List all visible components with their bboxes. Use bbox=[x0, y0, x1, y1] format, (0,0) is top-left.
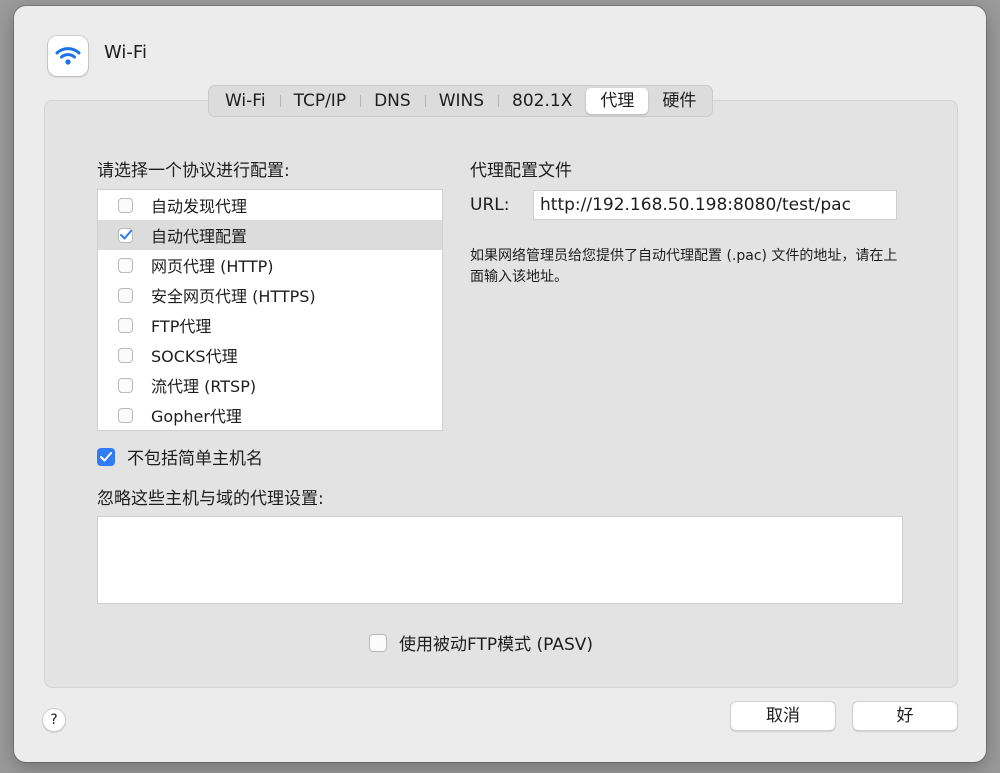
tab-hardware[interactable]: 硬件 bbox=[648, 88, 710, 114]
protocol-list-heading: 请选择一个协议进行配置: bbox=[97, 161, 290, 181]
url-input[interactable]: http://192.168.50.198:8080/test/pac bbox=[533, 190, 897, 220]
list-item[interactable]: 自动发现代理 bbox=[98, 190, 442, 220]
list-item[interactable]: FTP代理 bbox=[98, 310, 442, 340]
checkbox[interactable] bbox=[118, 407, 133, 423]
cancel-button[interactable]: 取消 bbox=[730, 701, 836, 731]
checkmark-icon bbox=[119, 230, 132, 240]
list-item[interactable]: 网页代理 (HTTP) bbox=[98, 250, 442, 280]
bypass-heading: 忽略这些主机与域的代理设置: bbox=[97, 489, 324, 509]
tab-tcpip[interactable]: TCP/IP bbox=[279, 88, 361, 114]
list-item[interactable]: Gopher代理 bbox=[98, 400, 442, 430]
list-item[interactable]: SOCKS代理 bbox=[98, 340, 442, 370]
tab-8021x[interactable]: 802.1X bbox=[498, 88, 586, 114]
tab-bar: Wi-Fi TCP/IP DNS WINS 802.1X 代理 硬件 bbox=[208, 85, 714, 117]
checkbox[interactable] bbox=[118, 197, 133, 213]
list-item-label: Gopher代理 bbox=[151, 407, 242, 426]
list-item-label: FTP代理 bbox=[151, 317, 212, 336]
list-item[interactable]: 流代理 (RTSP) bbox=[98, 370, 442, 400]
list-item-label: 自动代理配置 bbox=[151, 227, 248, 246]
help-button[interactable]: ? bbox=[42, 708, 66, 732]
proxy-config-heading: 代理配置文件 bbox=[470, 161, 572, 181]
list-item-label: 自动发现代理 bbox=[151, 197, 248, 216]
protocol-list[interactable]: 自动发现代理 自动代理配置 网页代理 (HTTP) 安全网页代理 (HTTPS)… bbox=[97, 189, 443, 431]
tab-dns[interactable]: DNS bbox=[360, 88, 425, 114]
network-settings-window: Wi-Fi Wi-Fi TCP/IP DNS WINS 802.1X 代理 硬件… bbox=[14, 6, 986, 762]
passive-ftp-label: 使用被动FTP模式 (PASV) bbox=[399, 635, 593, 655]
proxy-config-description: 如果网络管理员给您提供了自动代理配置 (.pac) 文件的地址，请在上面输入该地… bbox=[470, 248, 898, 285]
tab-wifi[interactable]: Wi-Fi bbox=[211, 88, 280, 114]
list-item-label: SOCKS代理 bbox=[151, 347, 238, 366]
checkbox[interactable] bbox=[369, 633, 387, 652]
checkmark-icon bbox=[100, 451, 112, 461]
list-item[interactable]: 安全网页代理 (HTTPS) bbox=[98, 280, 442, 310]
ok-button[interactable]: 好 bbox=[852, 701, 958, 731]
exclude-simple-hostnames-label: 不包括简单主机名 bbox=[127, 449, 263, 469]
checkbox-checked[interactable] bbox=[118, 227, 133, 243]
tab-wins[interactable]: WINS bbox=[424, 88, 498, 114]
checkbox-checked[interactable] bbox=[97, 447, 115, 466]
checkbox[interactable] bbox=[118, 257, 133, 273]
url-label: URL: bbox=[470, 195, 510, 215]
list-item-label: 安全网页代理 (HTTPS) bbox=[151, 287, 316, 306]
list-item-label: 流代理 (RTSP) bbox=[151, 377, 257, 396]
list-item-label: 网页代理 (HTTP) bbox=[151, 257, 274, 276]
wifi-icon bbox=[48, 36, 88, 76]
checkbox[interactable] bbox=[118, 317, 133, 333]
checkbox[interactable] bbox=[118, 287, 133, 303]
list-item[interactable]: 自动代理配置 bbox=[98, 220, 442, 250]
window-title: Wi-Fi bbox=[104, 42, 147, 63]
checkbox[interactable] bbox=[118, 347, 133, 363]
tab-proxy[interactable]: 代理 bbox=[586, 88, 649, 114]
exclude-simple-hostnames-option[interactable]: 不包括简单主机名 bbox=[97, 444, 263, 469]
bypass-hosts-textarea[interactable] bbox=[97, 516, 903, 604]
passive-ftp-option[interactable]: 使用被动FTP模式 (PASV) bbox=[369, 630, 593, 655]
checkbox[interactable] bbox=[118, 377, 133, 393]
